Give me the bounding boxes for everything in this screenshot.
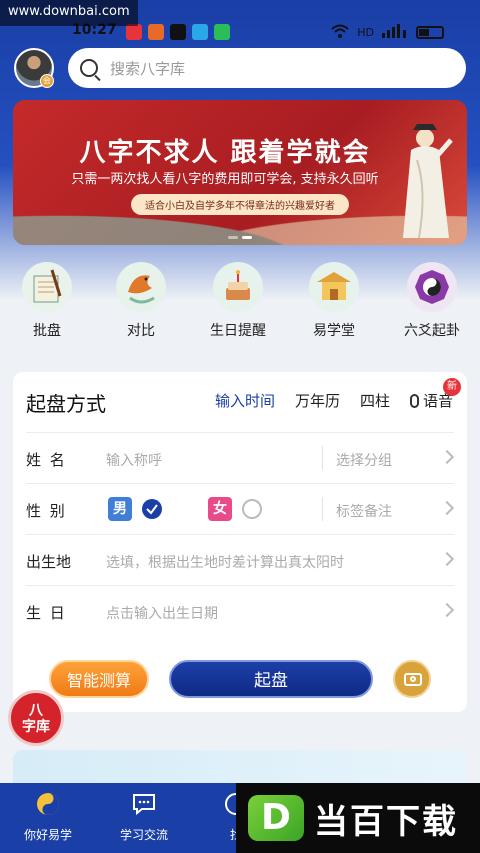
group-select[interactable]: 选择分组: [336, 450, 392, 470]
microphone-icon: [409, 394, 419, 408]
tag-note-input[interactable]: 标签备注: [336, 501, 392, 521]
search-icon: [80, 59, 98, 77]
battery-icon: [416, 26, 444, 39]
nav-label: 学习交流: [119, 828, 168, 842]
float-line-2: 字库: [22, 719, 50, 735]
gender-row: 性 别 男 女 标签备注: [26, 483, 455, 534]
banner-pill: 适合小白及自学多年不得章法的兴趣爱好者: [131, 194, 349, 215]
signal-icon: [382, 24, 408, 41]
divider: [322, 446, 323, 470]
status-app-icons: [126, 24, 230, 40]
camera-button[interactable]: [393, 660, 431, 698]
tab-four-pillars[interactable]: 四柱: [360, 390, 390, 411]
birthplace-input[interactable]: 选填，根据出生地时差计算出真太阳时: [106, 552, 344, 572]
search-bar[interactable]: 搜索八字库: [68, 48, 466, 88]
banner-pagination: [13, 236, 467, 239]
chart-input-card: 起盘方式 输入时间 万年历 四柱 语音 新 姓 名 输入称呼 选择分组 性 别 …: [13, 372, 467, 712]
phone-icon: [214, 24, 230, 40]
wifi-icon: [331, 24, 349, 41]
checkmark-icon: [146, 504, 158, 515]
bagua-icon: [407, 262, 457, 312]
new-badge: 新: [443, 378, 461, 396]
search-placeholder: 搜索八字库: [110, 59, 186, 78]
pavilion-icon: [309, 262, 359, 312]
chevron-right-icon[interactable]: [439, 551, 455, 567]
chevron-right-icon[interactable]: [439, 449, 455, 465]
quick-action-school[interactable]: 易学堂: [294, 262, 374, 340]
chevron-right-icon[interactable]: [439, 602, 455, 618]
quick-action-label: 批盘: [33, 323, 61, 339]
name-input[interactable]: 输入称呼: [106, 450, 162, 470]
camera-icon: [404, 673, 422, 686]
yinyang-icon: [37, 793, 59, 815]
scholar-figure-icon: [403, 124, 453, 239]
notification-app-icon: [170, 24, 186, 40]
quick-action-pipan[interactable]: 批盘: [7, 262, 87, 340]
birthday-label: 生 日: [26, 604, 67, 622]
pagination-dot[interactable]: [228, 236, 238, 239]
qq-icon: [192, 24, 208, 40]
name-label: 姓 名: [26, 451, 67, 469]
birthday-row[interactable]: 生 日 点击输入出生日期: [26, 585, 455, 636]
brand-logo-icon: D: [248, 795, 304, 841]
float-line-1: 八: [29, 703, 43, 719]
status-indicators: HD: [331, 24, 444, 41]
nav-item-home[interactable]: 你好易学: [8, 791, 88, 843]
gender-label: 性 别: [26, 502, 67, 520]
smart-calc-button[interactable]: 智能测算: [49, 660, 149, 698]
birthday-input[interactable]: 点击输入出生日期: [106, 603, 218, 623]
divider: [322, 497, 323, 521]
notification-app-icon: [148, 24, 164, 40]
pagination-dot-active[interactable]: [242, 236, 252, 239]
female-tag[interactable]: 女: [208, 497, 232, 521]
female-radio[interactable]: [242, 499, 262, 519]
name-row: 姓 名 输入称呼 选择分组: [26, 432, 455, 483]
koi-fish-icon: [116, 262, 166, 312]
site-watermark: www.downbai.com: [0, 0, 138, 26]
member-badge: 会: [40, 74, 54, 88]
quick-action-label: 易学堂: [313, 323, 355, 339]
tab-input-time[interactable]: 输入时间: [215, 390, 275, 411]
brand-watermark: D 当百下载: [236, 783, 480, 853]
bazi-library-float-button[interactable]: 八 字库: [8, 690, 64, 746]
input-mode-tabs: 输入时间 万年历 四柱 语音: [215, 390, 453, 411]
quick-action-label: 生日提醒: [210, 323, 266, 339]
brand-text: 当百下载: [314, 801, 458, 842]
quick-actions: 批盘 对比 生日提醒 易学堂 六爻起卦: [0, 262, 480, 342]
hd-indicator: HD: [357, 26, 374, 39]
male-tag[interactable]: 男: [108, 497, 132, 521]
birthplace-label: 出生地: [26, 553, 72, 571]
promo-banner[interactable]: 八字不求人 跟着学就会 只需一两次找人看八字的费用即可学会, 支持永久回听 适合…: [13, 100, 467, 245]
quick-action-compare[interactable]: 对比: [101, 262, 181, 340]
quick-action-label: 六爻起卦: [404, 323, 460, 339]
birthday-cake-icon: [213, 262, 263, 312]
start-chart-button[interactable]: 起盘: [169, 660, 373, 698]
quick-action-label: 对比: [127, 323, 155, 339]
quick-action-birthday[interactable]: 生日提醒: [198, 262, 278, 340]
nav-item-community[interactable]: 学习交流: [104, 791, 184, 843]
tab-calendar[interactable]: 万年历: [295, 390, 340, 411]
male-radio-checked[interactable]: [142, 499, 162, 519]
birthplace-row[interactable]: 出生地 选填，根据出生地时差计算出真太阳时: [26, 534, 455, 585]
chevron-right-icon[interactable]: [439, 500, 455, 516]
nav-label: 你好易学: [23, 828, 72, 842]
notification-app-icon: [126, 24, 142, 40]
chat-bubble-icon: [133, 794, 155, 816]
quick-action-liuyao[interactable]: 六爻起卦: [392, 262, 472, 340]
calendar-brush-icon: [22, 262, 72, 312]
card-title: 起盘方式: [26, 392, 106, 416]
